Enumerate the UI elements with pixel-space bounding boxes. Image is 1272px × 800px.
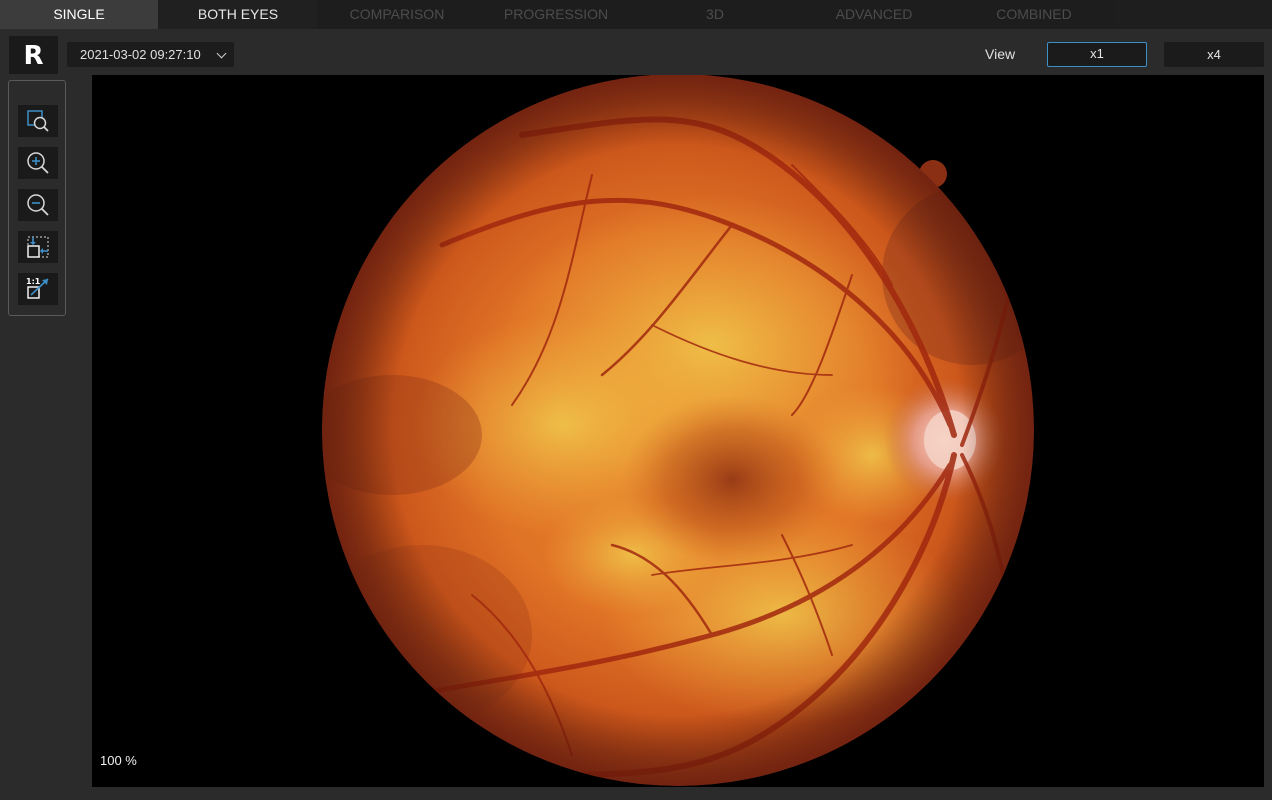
retinal-fundus-image[interactable] [92, 75, 1264, 787]
actual-size-button[interactable]: 1:1 [18, 273, 58, 305]
tab-progression[interactable]: PROGRESSION [477, 0, 635, 29]
tab-3d[interactable]: 3D [636, 0, 794, 29]
tab-advanced[interactable]: ADVANCED [795, 0, 953, 29]
zoom-out-icon [27, 194, 49, 216]
image-toolbar: 1:1 [8, 80, 66, 316]
actual-size-label: 1:1 [26, 277, 41, 286]
exam-date-dropdown[interactable]: 2021-03-02 09:27:10 [67, 42, 234, 67]
tab-single[interactable]: SINGLE [0, 0, 158, 29]
view-x4-button[interactable]: x4 [1164, 42, 1264, 67]
fit-to-window-button[interactable] [18, 231, 58, 263]
actual-size-icon: 1:1 [26, 277, 49, 299]
exam-date-value: 2021-03-02 09:27:10 [80, 47, 201, 62]
image-viewer[interactable]: 100 % [92, 75, 1264, 787]
view-x1-button[interactable]: x1 [1047, 42, 1147, 67]
zoom-in-button[interactable] [18, 147, 58, 179]
fit-to-window-icon [27, 236, 49, 258]
chevron-down-icon [216, 48, 227, 59]
zoom-area-icon [27, 110, 49, 132]
zoom-area-button[interactable] [18, 105, 58, 137]
zoom-level-readout: 100 % [100, 753, 137, 768]
view-label: View [985, 46, 1016, 62]
mode-tab-bar: SINGLE BOTH EYES COMPARISON PROGRESSION … [0, 0, 1272, 29]
tab-both-eyes[interactable]: BOTH EYES [159, 0, 317, 29]
tab-combined[interactable]: COMBINED [954, 0, 1114, 29]
zoom-out-button[interactable] [18, 189, 58, 221]
eye-side-badge: R [9, 36, 58, 74]
tab-comparison[interactable]: COMPARISON [318, 0, 476, 29]
zoom-in-icon [27, 152, 49, 174]
